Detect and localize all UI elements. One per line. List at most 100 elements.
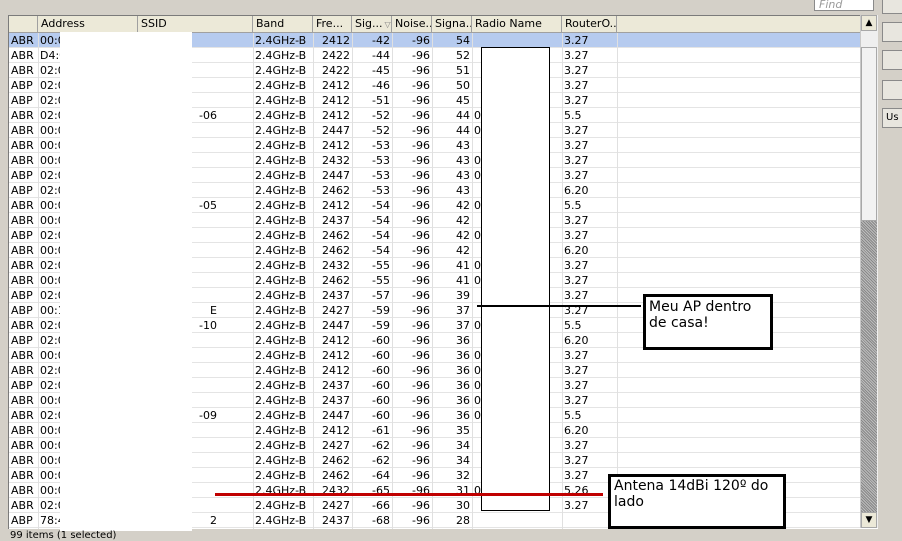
row-band: 2.4GHz-B — [255, 79, 307, 92]
row-routeros-version: 6.20 — [564, 184, 589, 197]
row-signal-to-noise: 36 — [456, 349, 470, 362]
col-frequency[interactable]: Fre... — [313, 16, 352, 32]
row-noise-floor: -96 — [412, 289, 430, 302]
row-band: 2.4GHz-B — [255, 34, 307, 47]
row-signal-strength: -44 — [372, 49, 390, 62]
row-noise-floor: -96 — [412, 214, 430, 227]
row-signal-to-noise: 45 — [456, 94, 470, 107]
row-band: 2.4GHz-B — [255, 454, 307, 467]
row-flags: ABR — [11, 424, 34, 437]
redaction-address-ssid — [60, 32, 192, 531]
row-flags: ABR — [11, 139, 34, 152]
row-band: 2.4GHz-B — [255, 349, 307, 362]
row-frequency: 2437 — [322, 394, 350, 407]
row-signal-to-noise: 42 — [456, 244, 470, 257]
row-signal-to-noise: 36 — [456, 379, 470, 392]
row-signal-strength: -60 — [372, 349, 390, 362]
row-routeros-version: 3.27 — [564, 94, 589, 107]
row-flags: ABP — [11, 514, 33, 527]
row-band: 2.4GHz-B — [255, 469, 307, 482]
row-routeros-version: 6.20 — [564, 244, 589, 257]
col-signal-strength[interactable]: Sig... ▽ — [352, 16, 392, 32]
find-input[interactable]: Find — [814, 0, 874, 11]
row-signal-to-noise: 52 — [456, 49, 470, 62]
row-noise-floor: -96 — [412, 409, 430, 422]
row-signal-to-noise: 36 — [456, 364, 470, 377]
col-address[interactable]: Address — [38, 16, 138, 32]
side-button-us[interactable]: Us — [882, 108, 902, 128]
row-signal-strength: -55 — [372, 259, 390, 272]
row-frequency: 2447 — [322, 409, 350, 422]
scroll-track-page[interactable] — [861, 221, 877, 528]
scroll-down-icon[interactable]: ▼ — [861, 512, 877, 528]
row-signal-to-noise: 34 — [456, 454, 470, 467]
row-band: 2.4GHz-B — [255, 244, 307, 257]
row-band: 2.4GHz-B — [255, 169, 307, 182]
row-frequency: 2437 — [322, 289, 350, 302]
row-routeros-version: 6.20 — [564, 334, 589, 347]
row-noise-floor: -96 — [412, 424, 430, 437]
row-band: 2.4GHz-B — [255, 64, 307, 77]
scroll-track[interactable] — [861, 31, 877, 528]
row-frequency: 2437 — [322, 514, 350, 527]
row-frequency: 2462 — [322, 184, 350, 197]
row-signal-strength: -53 — [372, 154, 390, 167]
row-noise-floor: -96 — [412, 94, 430, 107]
col-signal-to-noise[interactable]: Signa... — [432, 16, 472, 32]
side-button-1[interactable] — [882, 0, 902, 14]
row-band: 2.4GHz-B — [255, 214, 307, 227]
col-band[interactable]: Band — [253, 16, 313, 32]
row-routeros-version: 3.27 — [564, 394, 589, 407]
row-signal-to-noise: 43 — [456, 139, 470, 152]
row-signal-to-noise: 37 — [456, 304, 470, 317]
row-frequency: 2412 — [322, 424, 350, 437]
side-button-3[interactable] — [882, 50, 902, 70]
row-signal-to-noise: 35 — [456, 424, 470, 437]
col-routeros-version[interactable]: RouterO... — [562, 16, 617, 32]
row-signal-to-noise: 39 — [456, 289, 470, 302]
col-noise-floor[interactable]: Noise... — [392, 16, 432, 32]
row-signal-strength: -54 — [372, 244, 390, 257]
row-routeros-version: 3.27 — [564, 289, 589, 302]
redaction-radio-name — [481, 47, 550, 511]
row-radio-name — [472, 513, 562, 528]
row-band: 2.4GHz-B — [255, 199, 307, 212]
row-signal-strength: -60 — [372, 364, 390, 377]
row-routeros-version: 5.5 — [564, 409, 582, 422]
row-routeros-version: 3.27 — [564, 79, 589, 92]
row-signal-to-noise: 42 — [456, 199, 470, 212]
col-ssid[interactable]: SSID — [138, 16, 253, 32]
row-routeros-version: 6.20 — [564, 424, 589, 437]
row-flags: ABR — [11, 34, 34, 47]
col-radio-name[interactable]: Radio Name — [472, 16, 562, 32]
col-flags[interactable] — [9, 16, 38, 32]
row-flags: ABP — [11, 79, 33, 92]
row-flags: ABR — [11, 364, 34, 377]
row-routeros-version: 3.27 — [564, 349, 589, 362]
scroll-up-icon[interactable]: ▲ — [861, 15, 877, 31]
row-signal-strength: -60 — [372, 409, 390, 422]
row-band: 2.4GHz-B — [255, 304, 307, 317]
vertical-scrollbar[interactable]: ▲ ▼ — [860, 15, 878, 528]
row-noise-floor: -96 — [412, 334, 430, 347]
row-signal-strength: -55 — [372, 274, 390, 287]
row-band: 2.4GHz-B — [255, 439, 307, 452]
annotation-arrow-antenna — [215, 493, 603, 496]
row-signal-to-noise: 42 — [456, 229, 470, 242]
row-frequency: 2412 — [322, 349, 350, 362]
side-button-4[interactable] — [882, 80, 902, 100]
scroll-thumb[interactable] — [861, 47, 877, 221]
row-noise-floor: -96 — [412, 49, 430, 62]
row-noise-floor: -96 — [412, 109, 430, 122]
row-noise-floor: -96 — [412, 364, 430, 377]
side-button-2[interactable] — [882, 22, 902, 42]
row-noise-floor: -96 — [412, 379, 430, 392]
row-radio-name — [472, 33, 562, 48]
row-flags: ABP — [11, 184, 33, 197]
row-signal-strength: -57 — [372, 289, 390, 302]
row-routeros-version: 3.27 — [564, 229, 589, 242]
row-frequency: 2422 — [322, 64, 350, 77]
row-frequency: 2462 — [322, 229, 350, 242]
row-routeros-version: 3.27 — [564, 169, 589, 182]
status-text: 99 items (1 selected) — [10, 530, 117, 541]
